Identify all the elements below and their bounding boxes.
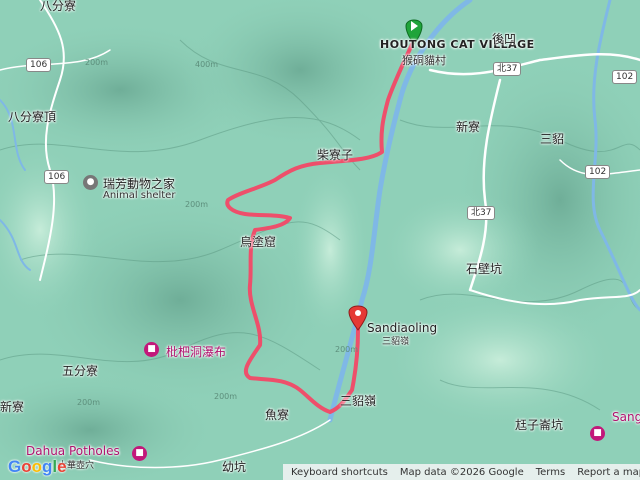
place-xinliao: 新寮 xyxy=(456,120,481,134)
road-shield: 106 xyxy=(44,170,70,184)
logo-letter: o xyxy=(21,457,32,476)
contour-label: 200m xyxy=(85,58,109,67)
camera-icon[interactable]: ■ xyxy=(590,426,605,441)
contour-label: 200m xyxy=(77,398,101,407)
road-shield: 106 xyxy=(26,58,52,72)
potholes-en[interactable]: Dahua Potholes xyxy=(26,444,120,458)
terms-link[interactable]: Terms xyxy=(536,467,565,478)
google-logo[interactable]: Google xyxy=(8,457,67,477)
place-youkeng: 幼坑 xyxy=(222,460,247,474)
logo-letter: o xyxy=(31,457,43,476)
report-map-error-link[interactable]: Report a map error xyxy=(577,467,640,478)
road-shield: 102 xyxy=(585,165,611,179)
place-bafenliaoding: 八分寮頂 xyxy=(8,110,57,124)
logo-letter: e xyxy=(57,457,67,476)
shelter-en: Animal shelter xyxy=(103,190,176,201)
keyboard-shortcuts-link[interactable]: Keyboard shortcuts xyxy=(291,467,388,478)
waterfall-label[interactable]: 枇杷洞瀑布 xyxy=(166,343,226,360)
place-shibikeng: 石壁坑 xyxy=(466,262,503,276)
paw-icon[interactable]: ● xyxy=(83,175,98,190)
road-shield: 北37 xyxy=(493,62,522,76)
contour-label: 200m xyxy=(335,345,359,354)
logo-letter: g xyxy=(42,457,53,476)
map-data-attribution: Map data ©2026 Google xyxy=(399,466,524,478)
place-zhizaimeikeng: 尪子崙坑 xyxy=(515,418,564,432)
road-shield: 北37 xyxy=(467,206,496,220)
place-xin-left: 新寮 xyxy=(0,400,25,414)
place-wufenliao: 五分寮 xyxy=(62,364,99,378)
logo-letter: G xyxy=(8,457,22,476)
start-place-zh: 猴硐貓村 xyxy=(402,54,446,67)
map-footer: Keyboard shortcuts Map data ©2026 Google… xyxy=(283,464,640,480)
contour-label: 200m xyxy=(185,200,209,209)
end-place-zh: 三貂嶺 xyxy=(382,337,410,347)
place-sandiao: 三貂 xyxy=(540,132,565,146)
place-sandiaoling2: 三貂嶺 xyxy=(340,394,377,408)
place-yuliao: 魚寮 xyxy=(265,408,290,422)
place-bafen-top: 八分寮 xyxy=(40,0,77,13)
camera-icon[interactable]: ■ xyxy=(144,342,159,357)
place-houao: 後凹 xyxy=(492,32,517,46)
place-chaiaozi: 柴寮子 xyxy=(317,148,354,162)
camera-icon[interactable]: ■ xyxy=(132,446,147,461)
contour-label: 200m xyxy=(214,392,238,401)
road-shield: 102 xyxy=(612,70,638,84)
end-place-en: Sandiaoling xyxy=(367,321,438,335)
terrain-map[interactable] xyxy=(0,0,640,480)
place-wuzhuzuo: 烏塗窟 xyxy=(240,235,277,249)
right-poi-label[interactable]: Sang xyxy=(612,410,640,424)
contour-label: 400m xyxy=(195,60,219,69)
